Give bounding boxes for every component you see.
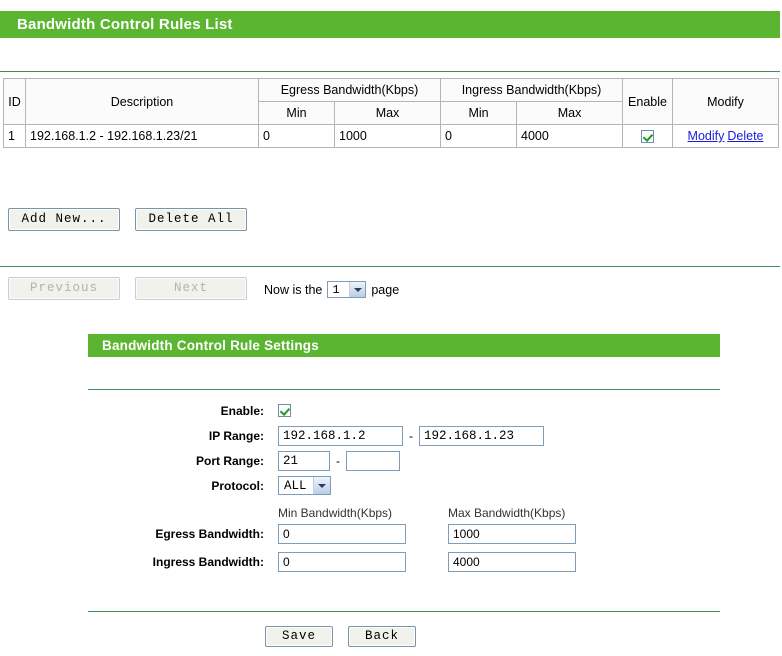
pagination-control: Now is the 1 page (264, 281, 399, 298)
save-button[interactable]: Save (265, 626, 333, 647)
protocol-select[interactable]: ALL (278, 476, 331, 495)
column-header-egress-bandwidth: Egress Bandwidth(Kbps) (257, 78, 442, 102)
page-select[interactable]: 1 (327, 281, 367, 298)
column-header-egress-min: Min (258, 101, 335, 125)
enable-checkbox[interactable] (278, 404, 291, 417)
rule-settings-title: Bandwidth Control Rule Settings (102, 338, 319, 353)
protocol-label: Protocol: (211, 478, 264, 493)
ip-start-input[interactable]: 192.168.1.2 (278, 425, 403, 446)
egress-bandwidth-label: Egress Bandwidth: (155, 527, 264, 541)
min-bandwidth-header: Min Bandwidth(Kbps) (278, 506, 393, 520)
divider-above-save-buttons (88, 611, 720, 612)
add-new-button[interactable]: Add New... (8, 208, 120, 231)
table-row: 1 192.168.1.2 - 192.168.1.23/21 0 1000 0… (3, 124, 780, 148)
column-header-modify: Modify (672, 78, 780, 125)
rule-settings-form: Enable: IP Range: 192.168.1.2 - 192.168.… (88, 398, 720, 576)
form-row-enable: Enable: (88, 398, 720, 423)
column-header-id: ID (3, 78, 26, 125)
form-row-ip-range: IP Range: 192.168.1.2 - 192.168.1.23 (88, 423, 720, 448)
back-button[interactable]: Back (348, 626, 416, 647)
ingress-max-input[interactable]: 4000 (448, 552, 576, 572)
delete-all-button[interactable]: Delete All (135, 208, 247, 231)
egress-min-input[interactable]: 0 (278, 524, 406, 544)
divider-above-pagination (0, 266, 780, 267)
bandwidth-rules-table: ID Description Egress Bandwidth(Kbps) In… (3, 78, 780, 148)
pagination-prefix-label: Now is the (264, 282, 323, 297)
column-header-ingress-min: Min (440, 101, 518, 125)
port-end-input[interactable] (346, 450, 400, 471)
modify-rule-link[interactable]: Modify (688, 129, 725, 143)
ip-end-input[interactable]: 192.168.1.23 (419, 425, 544, 446)
page-select-value: 1 (332, 282, 340, 297)
divider-under-rules-title (0, 71, 780, 72)
column-header-egress-max: Max (333, 101, 442, 125)
bandwidth-column-headers: Min Bandwidth(Kbps) Max Bandwidth(Kbps) (88, 498, 720, 520)
rule-settings-section-header: Bandwidth Control Rule Settings (88, 334, 720, 357)
ingress-bandwidth-label: Ingress Bandwidth: (152, 555, 264, 569)
form-row-port-range: Port Range: 21 - (88, 448, 720, 473)
previous-page-button[interactable]: Previous (8, 277, 120, 300)
column-header-ingress-max: Max (516, 101, 624, 125)
cell-egress-min: 0 (258, 124, 335, 148)
chevron-down-icon (349, 282, 366, 297)
form-row-protocol: Protocol: ALL (88, 473, 720, 498)
cell-egress-max: 1000 (333, 124, 442, 148)
rules-list-section-header: Bandwidth Control Rules List (0, 11, 780, 38)
port-range-separator: - (336, 453, 340, 468)
divider-under-settings-title (88, 389, 720, 390)
chevron-down-icon (312, 477, 330, 494)
cell-modify: Modify Delete (672, 124, 780, 148)
port-range-label: Port Range: (195, 453, 264, 468)
delete-rule-link[interactable]: Delete (727, 129, 763, 143)
egress-max-input[interactable]: 1000 (448, 524, 576, 544)
column-header-description: Description (25, 78, 259, 125)
bandwidth-control-page: Bandwidth Control Rules List ID Descript… (0, 0, 782, 656)
cell-ingress-min: 0 (440, 124, 518, 148)
form-row-egress-bandwidth: Egress Bandwidth: 0 1000 (88, 520, 720, 548)
ip-range-separator: - (409, 428, 413, 443)
cell-rule-id: 1 (3, 124, 26, 148)
rule-enable-checkbox[interactable] (641, 130, 655, 144)
max-bandwidth-header: Max Bandwidth(Kbps) (448, 506, 566, 520)
cell-enable (622, 124, 674, 148)
ingress-min-input[interactable]: 0 (278, 552, 406, 572)
protocol-select-value: ALL (284, 478, 307, 493)
cell-rule-description: 192.168.1.2 - 192.168.1.23/21 (25, 124, 259, 148)
pagination-suffix-label: page (371, 282, 400, 297)
form-row-ingress-bandwidth: Ingress Bandwidth: 0 4000 (88, 548, 720, 576)
enable-label: Enable: (220, 403, 264, 418)
cell-ingress-max: 4000 (516, 124, 624, 148)
rules-list-title: Bandwidth Control Rules List (17, 16, 233, 33)
port-start-input[interactable]: 21 (278, 450, 330, 471)
table-header-row-1: ID Description Egress Bandwidth(Kbps) In… (3, 78, 780, 125)
ip-range-label: IP Range: (208, 428, 264, 443)
next-page-button[interactable]: Next (135, 277, 247, 300)
column-header-enable: Enable (622, 78, 674, 125)
column-header-ingress-bandwidth: Ingress Bandwidth(Kbps) (440, 78, 624, 102)
